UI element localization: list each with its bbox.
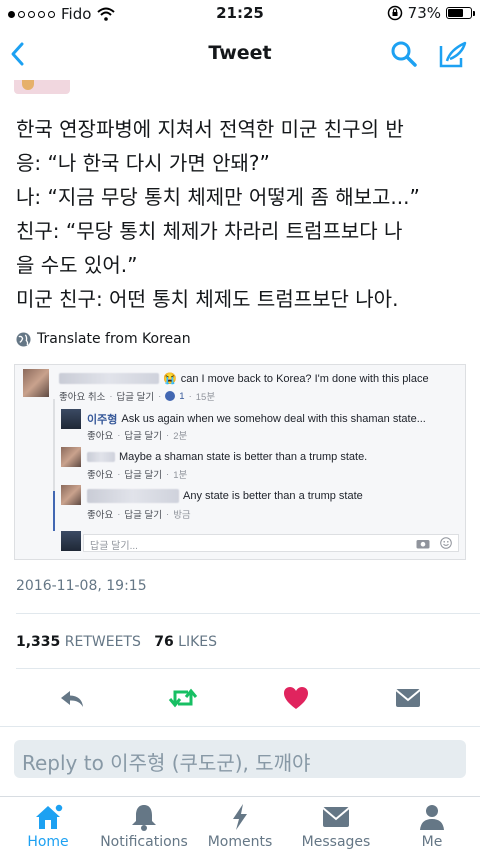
author-avatar[interactable] xyxy=(14,80,70,94)
camera-icon xyxy=(416,540,430,549)
fb-reply-meta: 좋아요 · 답글 달기 · 1분 xyxy=(87,468,188,482)
tweet-actions xyxy=(0,684,480,712)
tweet-timestamp: 2016-11-08, 19:15 xyxy=(16,578,147,594)
reply-icon[interactable] xyxy=(57,684,87,712)
reply-link: 답글 달기 xyxy=(124,431,163,442)
compose-icon[interactable] xyxy=(438,40,468,68)
search-icon[interactable] xyxy=(390,40,418,68)
reply-author: 이주형 xyxy=(87,414,118,426)
crying-emoji-icon: 😭 xyxy=(163,373,177,385)
like-count: 1 xyxy=(179,390,185,402)
tab-messages[interactable]: Messages xyxy=(288,797,384,854)
blurred-name xyxy=(59,373,159,384)
like-reaction-icon xyxy=(165,391,176,401)
battery-percent: 73% xyxy=(407,4,441,22)
tweet-line: 친구: “무당 통치 체제가 차라리 트럼프보다 나 xyxy=(16,219,403,243)
fb-reply-header: Maybe a shaman state is better than a tr… xyxy=(87,451,367,463)
like-count[interactable]: 76 xyxy=(154,634,173,650)
divider xyxy=(16,613,480,614)
heart-icon[interactable] xyxy=(281,684,311,712)
reply-time: 2분 xyxy=(173,431,188,442)
envelope-icon xyxy=(322,807,350,827)
bell-icon xyxy=(132,805,156,831)
globe-icon xyxy=(16,331,31,347)
retweet-icon[interactable] xyxy=(168,684,198,712)
tweet-line: 응: “나 한국 다시 가면 안돼?” xyxy=(16,151,270,175)
fb-reply-header: Any state is better than a trump state xyxy=(87,489,363,503)
unlike-link: 좋아요 취소 xyxy=(59,392,106,403)
embedded-image[interactable]: 😭 can I move back to Korea? I'm done wit… xyxy=(14,364,466,560)
envelope-icon[interactable] xyxy=(393,684,423,712)
fb-avatar xyxy=(61,447,81,467)
fb-avatar xyxy=(61,409,81,429)
fb-reply-input: 답글 달기... xyxy=(83,534,459,552)
smiley-icon xyxy=(440,537,452,549)
reply-link: 답글 달기 xyxy=(116,392,155,403)
fb-reply-meta: 좋아요 · 답글 달기 · 방금 xyxy=(87,508,191,522)
tab-me[interactable]: Me xyxy=(384,797,480,854)
blurred-name xyxy=(87,489,179,503)
tab-label: Me xyxy=(421,834,443,850)
battery-info: 73% xyxy=(387,4,475,22)
reply-text: Ask us again when we somehow deal with t… xyxy=(121,413,426,425)
status-bar: Fido 21:25 73% xyxy=(0,0,480,28)
fb-post-meta: 좋아요 취소 · 답글 달기 · 1 · 15분 xyxy=(59,390,216,404)
tweet-stats: 1,335 RETWEETS 76 LIKES xyxy=(16,634,217,650)
fb-reply xyxy=(61,447,81,467)
tab-label: Home xyxy=(27,834,69,850)
fb-reply-meta: 좋아요 · 답글 달기 · 2분 xyxy=(87,429,188,443)
translate-link[interactable]: Translate from Korean xyxy=(16,331,191,347)
lightning-icon xyxy=(233,804,247,830)
divider xyxy=(16,668,480,669)
thread-line-active xyxy=(53,491,55,531)
home-icon xyxy=(36,803,63,829)
person-icon xyxy=(420,805,444,830)
fb-avatar xyxy=(23,369,49,397)
nav-bar: Tweet xyxy=(0,28,480,80)
tab-notifications[interactable]: Notifications xyxy=(96,797,192,854)
reply-placeholder: Reply to 이주형 (쿠도군), 도깨야 xyxy=(22,751,311,775)
tweet-line: 미군 친구: 어떤 통치 체제도 트럼프보단 나아. xyxy=(16,287,399,311)
tab-bar: Home Notifications Moments Messages Me xyxy=(0,796,480,854)
post-time: 15분 xyxy=(195,392,216,403)
reply-input[interactable]: Reply to 이주형 (쿠도군), 도깨야 xyxy=(14,740,466,778)
tab-home[interactable]: Home xyxy=(0,797,96,854)
reply-time: 1분 xyxy=(173,470,188,481)
reply-text: Maybe a shaman state is better than a tr… xyxy=(119,451,368,463)
reply-link: 답글 달기 xyxy=(124,470,163,481)
retweet-count[interactable]: 1,335 xyxy=(16,634,60,650)
fb-post-text: can I move back to Korea? I'm done with … xyxy=(180,372,429,385)
fb-reply-header: 이주형 Ask us again when we somehow deal wi… xyxy=(87,411,426,427)
fb-reply-avatar xyxy=(61,531,81,551)
translate-label: Translate from Korean xyxy=(37,331,191,347)
fb-post xyxy=(23,369,49,397)
like-link: 좋아요 xyxy=(87,510,114,521)
tab-label: Messages xyxy=(301,834,371,850)
tweet-body: 한국 연장파병에 지쳐서 전역한 미군 친구의 반 응: “나 한국 다시 가면… xyxy=(16,112,468,316)
orientation-lock-icon xyxy=(387,5,402,21)
divider xyxy=(0,726,480,727)
reply-time: 방금 xyxy=(173,510,191,521)
likes-label[interactable]: LIKES xyxy=(178,634,217,650)
tweet-line: 한국 연장파병에 지쳐서 전역한 미군 친구의 반 xyxy=(16,117,404,141)
battery-icon xyxy=(446,7,475,19)
tweet-line: 나: “지금 무당 통치 체제만 어떻게 좀 해보고...” xyxy=(16,185,420,209)
reply-text: Any state is better than a trump state xyxy=(183,490,363,502)
fb-reply xyxy=(61,409,81,429)
fb-reply-placeholder: 답글 달기... xyxy=(90,541,138,552)
reply-link: 답글 달기 xyxy=(124,510,163,521)
blurred-name xyxy=(87,452,115,462)
retweets-label[interactable]: RETWEETS xyxy=(65,634,141,650)
fb-post-header: 😭 can I move back to Korea? I'm done wit… xyxy=(59,372,429,385)
tab-moments[interactable]: Moments xyxy=(192,797,288,854)
fb-avatar xyxy=(61,485,81,505)
tweet-line: 을 수도 있어.” xyxy=(16,253,138,277)
tab-label: Moments xyxy=(207,834,273,850)
like-link: 좋아요 xyxy=(87,431,114,442)
like-link: 좋아요 xyxy=(87,470,114,481)
tab-label: Notifications xyxy=(100,834,188,850)
fb-reply xyxy=(61,485,81,505)
fb-avatar xyxy=(61,531,81,551)
